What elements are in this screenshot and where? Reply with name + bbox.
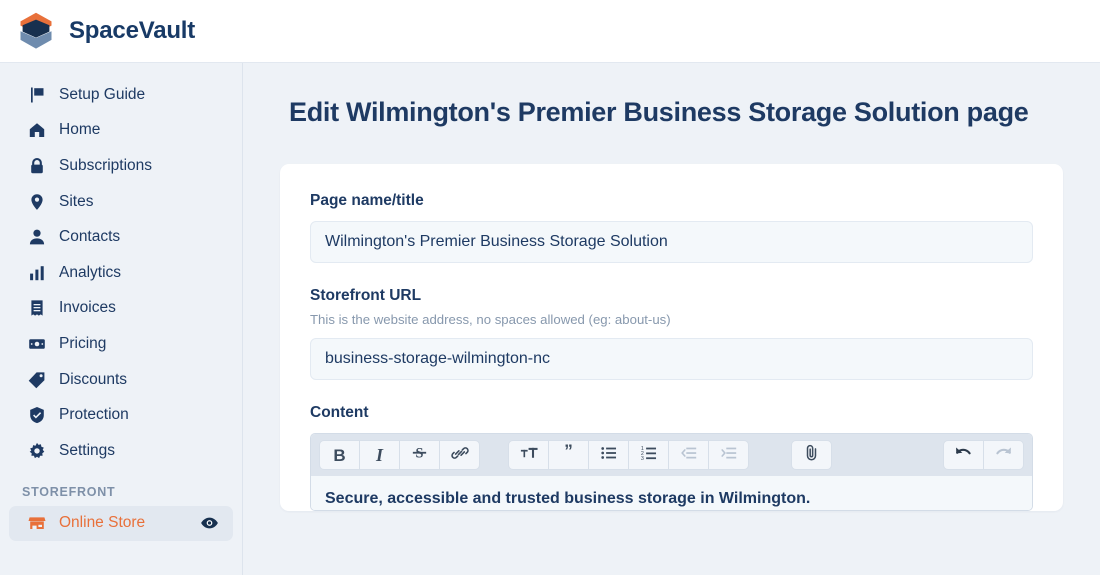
redo-button[interactable] bbox=[983, 440, 1024, 470]
bold-icon: B bbox=[333, 445, 346, 465]
page-name-input[interactable]: Wilmington's Premier Business Storage So… bbox=[310, 221, 1033, 263]
storefront-url-input[interactable]: business-storage-wilmington-nc bbox=[310, 338, 1033, 380]
sidebar-item-pricing[interactable]: Pricing bbox=[9, 326, 233, 362]
text-size-icon bbox=[519, 444, 539, 467]
bar-chart-icon bbox=[27, 263, 46, 282]
sidebar-item-label: Protection bbox=[59, 406, 129, 424]
link-button[interactable] bbox=[439, 440, 480, 470]
blockquote-button[interactable]: ” bbox=[548, 440, 589, 470]
sidebar-item-online-store[interactable]: Online Store bbox=[9, 505, 233, 542]
numbered-list-button[interactable]: 123 bbox=[628, 440, 669, 470]
sidebar-item-subscriptions[interactable]: Subscriptions bbox=[9, 148, 233, 184]
sidebar-item-setup-guide[interactable]: Setup Guide bbox=[9, 77, 233, 113]
sidebar-item-home[interactable]: Home bbox=[9, 113, 233, 149]
sidebar-section-storefront: STOREFRONT bbox=[22, 484, 116, 499]
lock-icon bbox=[27, 156, 46, 175]
sidebar-item-label: Subscriptions bbox=[59, 156, 153, 174]
sidebar-item-label: Pricing bbox=[59, 334, 107, 352]
main-content: Edit Wilmington's Premier Business Stora… bbox=[243, 63, 1100, 575]
toolbar-group-blocks: ” 123 bbox=[508, 440, 749, 470]
tag-icon bbox=[27, 370, 46, 389]
sidebar: Setup Guide Home Subscriptions Sites Con… bbox=[0, 63, 243, 575]
toolbar-group-format: B I S bbox=[319, 440, 480, 470]
sidebar-item-label: Online Store bbox=[59, 514, 146, 532]
home-icon bbox=[27, 121, 46, 140]
undo-icon bbox=[953, 443, 974, 467]
content-label: Content bbox=[310, 404, 369, 421]
indent-button[interactable] bbox=[708, 440, 749, 470]
body-split: Setup Guide Home Subscriptions Sites Con… bbox=[0, 63, 1100, 575]
editor-content-heading: Secure, accessible and trusted business … bbox=[325, 490, 811, 507]
sidebar-item-analytics[interactable]: Analytics bbox=[9, 255, 233, 291]
redo-icon bbox=[993, 443, 1014, 467]
numbered-list-icon: 123 bbox=[640, 444, 658, 467]
text-size-button[interactable] bbox=[508, 440, 549, 470]
svg-text:3: 3 bbox=[640, 455, 643, 461]
sidebar-item-label: Settings bbox=[59, 441, 116, 459]
sidebar-item-contacts[interactable]: Contacts bbox=[9, 219, 233, 255]
storefront-url-label: Storefront URL bbox=[310, 287, 422, 304]
storefront-icon bbox=[27, 514, 46, 533]
receipt-icon bbox=[27, 299, 46, 318]
top-bar: SpaceVault bbox=[0, 0, 1100, 63]
sidebar-item-label: Home bbox=[59, 121, 101, 139]
quote-icon: ” bbox=[559, 441, 578, 467]
person-icon bbox=[27, 228, 46, 247]
map-pin-icon bbox=[27, 192, 46, 211]
italic-icon: I bbox=[375, 445, 383, 465]
shield-icon bbox=[27, 406, 46, 425]
rich-text-editor: B I S bbox=[310, 433, 1033, 511]
attach-file-button[interactable] bbox=[791, 440, 832, 470]
toolbar-group-history bbox=[943, 440, 1024, 470]
sidebar-item-label: Discounts bbox=[59, 370, 128, 388]
strikethrough-icon: S bbox=[410, 443, 429, 467]
italic-button[interactable]: I bbox=[359, 440, 400, 470]
editor-content-area[interactable]: Secure, accessible and trusted business … bbox=[311, 476, 1032, 510]
sidebar-item-label: Contacts bbox=[59, 228, 121, 246]
sidebar-item-protection[interactable]: Protection bbox=[9, 397, 233, 433]
brand-name: SpaceVault bbox=[69, 17, 196, 44]
sidebar-item-settings[interactable]: Settings bbox=[9, 433, 233, 469]
svg-text:”: ” bbox=[564, 443, 573, 460]
eye-icon[interactable] bbox=[200, 514, 219, 533]
editor-toolbar: B I S bbox=[311, 434, 1032, 476]
gear-icon bbox=[27, 441, 46, 460]
app-root: SpaceVault Setup Guide Home Subscription… bbox=[0, 0, 1100, 575]
bullet-list-icon bbox=[600, 444, 618, 467]
paperclip-icon bbox=[802, 443, 821, 467]
edit-page-card: Page name/title Wilmington's Premier Bus… bbox=[280, 164, 1063, 511]
banknote-icon bbox=[27, 334, 46, 353]
storefront-url-hint: This is the website address, no spaces a… bbox=[310, 312, 671, 327]
field-page-name: Page name/title Wilmington's Premier Bus… bbox=[310, 192, 1033, 263]
field-content: Content B I ” 1 2 3 Secure, accessible a… bbox=[310, 404, 1033, 511]
sidebar-item-label: Invoices bbox=[59, 299, 116, 317]
field-storefront-url: Storefront URL This is the website addre… bbox=[310, 287, 1033, 380]
strikethrough-button[interactable]: S bbox=[399, 440, 440, 470]
indent-icon bbox=[720, 444, 738, 467]
bullet-list-button[interactable] bbox=[588, 440, 629, 470]
sidebar-item-label: Sites bbox=[59, 192, 94, 210]
undo-button[interactable] bbox=[943, 440, 984, 470]
sidebar-item-sites[interactable]: Sites bbox=[9, 184, 233, 220]
outdent-button[interactable] bbox=[668, 440, 709, 470]
spacevault-logo-icon[interactable] bbox=[17, 11, 55, 51]
sidebar-item-invoices[interactable]: Invoices bbox=[9, 291, 233, 327]
sidebar-item-discounts[interactable]: Discounts bbox=[9, 362, 233, 398]
page-title: Edit Wilmington's Premier Business Stora… bbox=[289, 97, 1029, 127]
sidebar-item-label: Setup Guide bbox=[59, 85, 146, 103]
sidebar-item-label: Analytics bbox=[59, 263, 122, 281]
toolbar-group-attach bbox=[791, 440, 832, 470]
bold-button[interactable]: B bbox=[319, 440, 360, 470]
outdent-icon bbox=[680, 444, 698, 467]
flag-icon bbox=[27, 85, 46, 104]
page-name-label: Page name/title bbox=[310, 192, 424, 209]
link-icon bbox=[450, 444, 469, 467]
